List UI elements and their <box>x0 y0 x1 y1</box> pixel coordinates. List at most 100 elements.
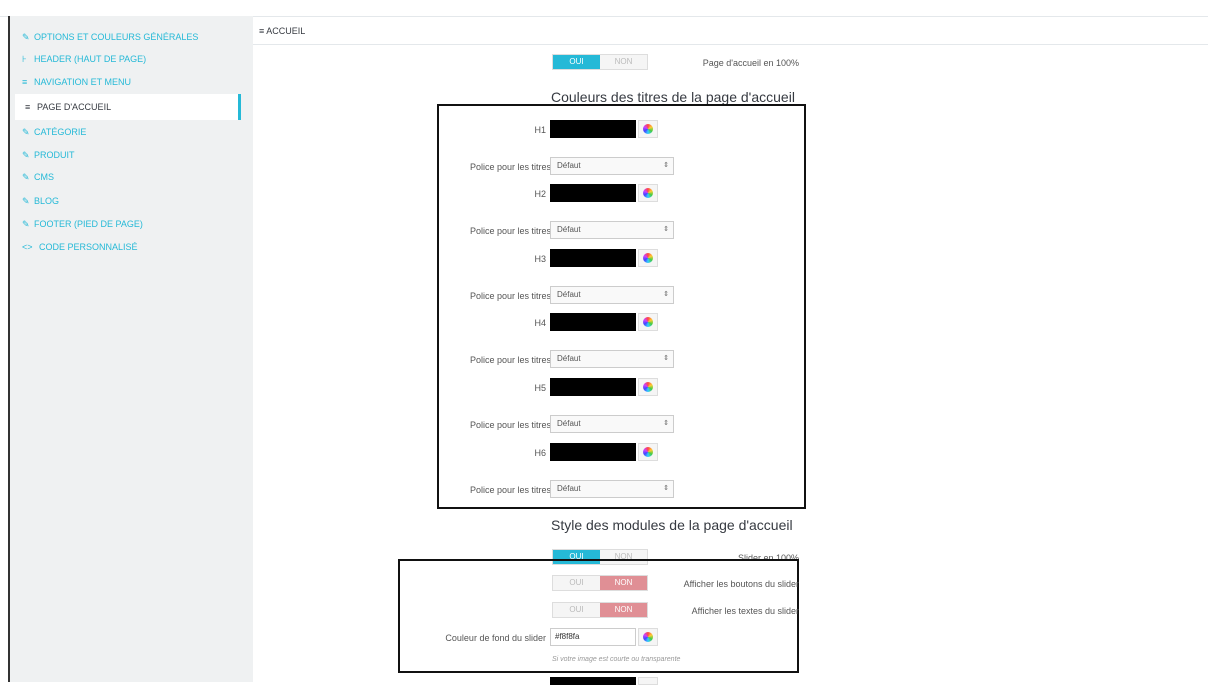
select-caret-icon: ⇕ <box>663 485 669 492</box>
top-bar <box>0 0 1208 17</box>
font-select[interactable]: Défaut ⇕ <box>550 480 674 498</box>
font-select[interactable]: Défaut ⇕ <box>550 157 674 175</box>
sidebar-item-label: CMS <box>34 172 54 182</box>
sidebar-item-cms[interactable]: ✎ CMS <box>22 167 54 187</box>
slider-texts-label: Afficher les textes du slider <box>691 606 799 616</box>
font-select[interactable]: Défaut ⇕ <box>550 221 674 239</box>
color-wheel-icon <box>643 317 653 327</box>
font-select-value: Défaut <box>557 290 581 299</box>
toggle-yes[interactable]: OUI <box>553 576 600 590</box>
heading-label: H1 <box>534 125 546 135</box>
toggle-no[interactable]: NON <box>600 55 647 69</box>
font-select[interactable]: Défaut ⇕ <box>550 415 674 433</box>
code-icon: <> <box>22 242 33 252</box>
sidebar-item-header[interactable]: ⊦ Header (haut de page) <box>22 49 146 69</box>
color-picker-button[interactable] <box>638 249 658 267</box>
font-label: Police pour les titres <box>469 291 551 301</box>
heading-label: H6 <box>534 448 546 458</box>
modules-section-title: Style des modules de la page d'accueil <box>551 517 793 533</box>
sidebar-item-footer[interactable]: ✎ Footer (pied de page) <box>22 214 143 234</box>
sidebar-item-homepage[interactable]: ≡ Page d'accueil <box>15 94 241 120</box>
sidebar-item-product[interactable]: ✎ Produit <box>22 145 75 165</box>
pencil-icon: ✎ <box>22 32 30 42</box>
panel-title: Accueil <box>266 26 306 36</box>
sidebar-item-label: Code personnalisé <box>39 242 138 252</box>
sidebar-item-category[interactable]: ✎ Catégorie <box>22 122 86 142</box>
font-select-value: Défaut <box>557 484 581 493</box>
font-select-value: Défaut <box>557 225 581 234</box>
toggle-no[interactable]: NON <box>600 576 647 590</box>
color-picker-button[interactable] <box>638 184 658 202</box>
color-input[interactable] <box>550 120 636 138</box>
sidebar-item-custom-code[interactable]: <> Code personnalisé <box>22 237 138 257</box>
heading-label: H2 <box>534 189 546 199</box>
slider-buttons-toggle[interactable]: OUI NON <box>552 575 648 591</box>
panel-divider <box>253 44 1208 45</box>
font-label: Police pour les titres <box>469 162 551 172</box>
sidebar: ✎ Options et couleurs générales ⊦ Header (… <box>10 16 253 682</box>
font-select[interactable]: Défaut ⇕ <box>550 350 674 368</box>
heading-label: H3 <box>534 254 546 264</box>
sidebar-item-label: Catégorie <box>34 127 87 137</box>
font-select[interactable]: Défaut ⇕ <box>550 286 674 304</box>
color-wheel-icon <box>643 124 653 134</box>
font-select-value: Défaut <box>557 354 581 363</box>
select-caret-icon: ⇕ <box>663 420 669 427</box>
select-caret-icon: ⇕ <box>663 226 669 233</box>
font-label: Police pour les titres <box>469 355 551 365</box>
pencil-icon: ✎ <box>22 172 30 182</box>
slider-buttons-label: Afficher les boutons du slider <box>683 579 799 589</box>
sidebar-item-blog[interactable]: ✎ Blog <box>22 191 59 211</box>
color-picker-button[interactable] <box>638 628 658 646</box>
toggle-yes[interactable]: OUI <box>553 55 600 69</box>
font-label: Police pour les titres <box>469 485 551 495</box>
pencil-icon: ✎ <box>22 150 30 160</box>
color-picker-button[interactable] <box>638 313 658 331</box>
sidebar-item-label: Blog <box>34 196 60 206</box>
color-picker-button[interactable] <box>638 443 658 461</box>
color-picker-button[interactable] <box>638 378 658 396</box>
titles-section-title: Couleurs des titres de la page d'accueil <box>551 89 795 105</box>
color-wheel-icon <box>643 632 653 642</box>
color-input[interactable] <box>550 249 636 267</box>
sidebar-item-label: Page d'accueil <box>37 102 112 112</box>
toggle-yes[interactable]: OUI <box>553 603 600 617</box>
slider-texts-toggle[interactable]: OUI NON <box>552 602 648 618</box>
sidebar-item-label: Header (haut de page) <box>34 54 147 64</box>
select-caret-icon: ⇕ <box>663 355 669 362</box>
sidebar-item-navigation[interactable]: ≡ Navigation et menu <box>22 72 131 92</box>
color-input[interactable] <box>550 313 636 331</box>
pencil-icon: ✎ <box>22 127 30 137</box>
font-label: Police pour les titres <box>469 420 551 430</box>
menu-icon: ≡ <box>259 26 265 36</box>
color-wheel-icon <box>643 253 653 263</box>
heading-label: H5 <box>534 383 546 393</box>
menu-icon: ≡ <box>22 77 28 87</box>
sidebar-item-label: Produit <box>34 150 75 160</box>
color-input[interactable] <box>550 443 636 461</box>
color-input[interactable] <box>550 184 636 202</box>
font-select-value: Défaut <box>557 161 581 170</box>
pencil-icon: ✎ <box>22 196 30 206</box>
color-picker-button[interactable] <box>638 677 658 685</box>
sidebar-item-general-options[interactable]: ✎ Options et couleurs générales <box>22 27 198 47</box>
color-wheel-icon <box>643 188 653 198</box>
color-input[interactable] <box>550 677 636 685</box>
slider-bg-label: Couleur de fond du slider <box>445 633 546 643</box>
panel-heading: ≡ Accueil <box>259 26 305 36</box>
homepage-full-toggle[interactable]: OUI NON <box>552 54 648 70</box>
pencil-icon: ✎ <box>22 219 30 229</box>
toggle-no[interactable]: NON <box>600 603 647 617</box>
font-label: Police pour les titres <box>469 226 551 236</box>
sidebar-item-label: Navigation et menu <box>34 77 132 87</box>
select-caret-icon: ⇕ <box>663 162 669 169</box>
header-icon: ⊦ <box>22 54 27 64</box>
main-panel: ≡ Accueil Page d'accueil en 100% OUI NON… <box>253 16 1208 685</box>
slider-bg-hint: Si votre image est courte ou transparent… <box>552 656 681 663</box>
sidebar-item-label: Footer (pied de page) <box>34 219 143 229</box>
slider-bg-color-input[interactable]: #f8f8fa <box>550 628 636 646</box>
font-select-value: Défaut <box>557 419 581 428</box>
color-picker-button[interactable] <box>638 120 658 138</box>
sidebar-item-label: Options et couleurs générales <box>34 32 199 42</box>
color-input[interactable] <box>550 378 636 396</box>
